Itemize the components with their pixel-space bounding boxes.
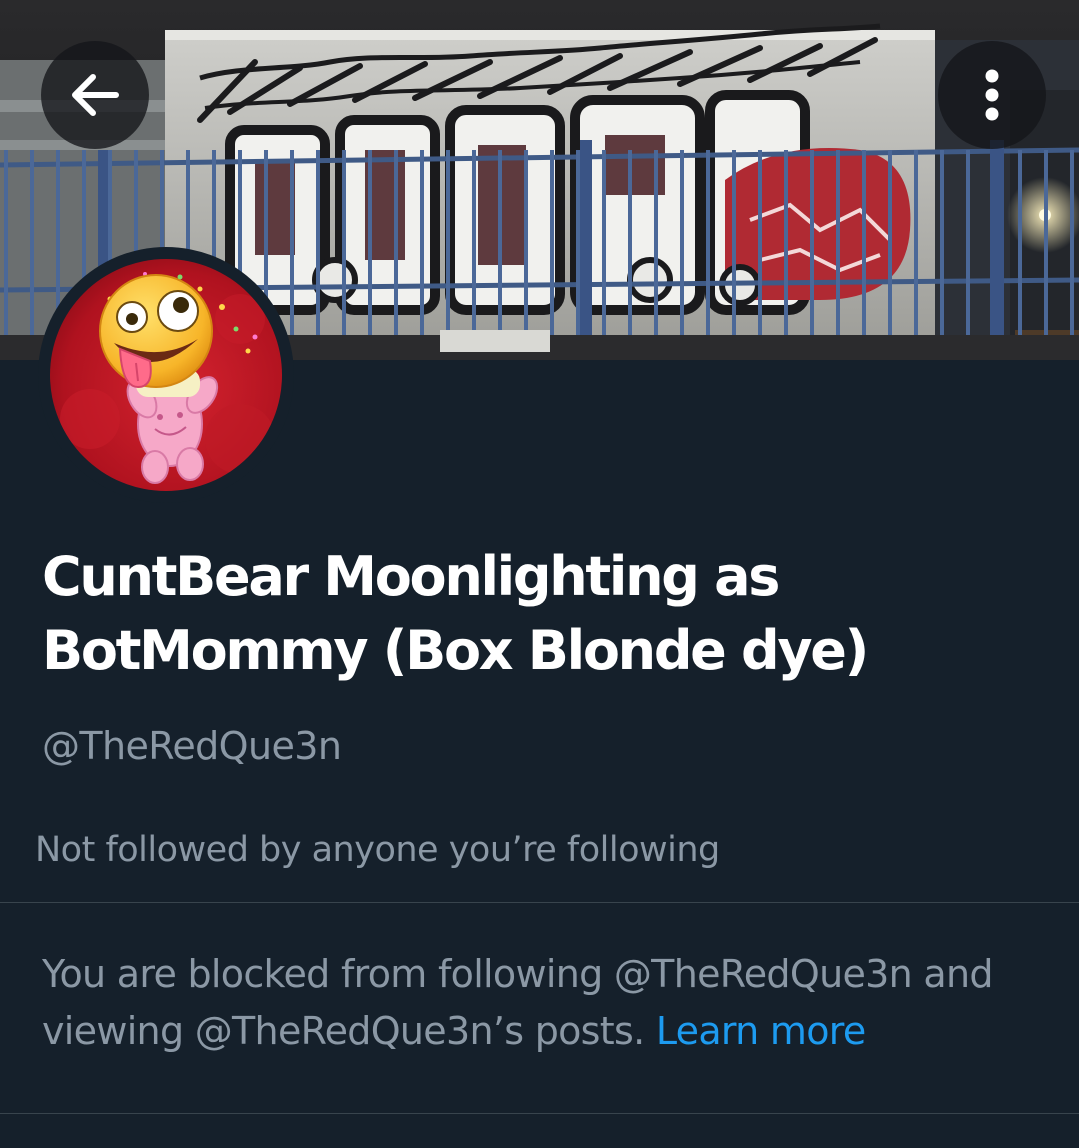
arrow-left-icon (72, 74, 119, 116)
divider (0, 902, 1079, 903)
back-button[interactable] (41, 41, 149, 149)
profile-handle: @TheRedQue3n (42, 724, 342, 768)
more-vertical-icon (985, 69, 999, 121)
zany-face-emoji-avatar-image (50, 259, 282, 491)
avatar (50, 259, 282, 491)
learn-more-link[interactable]: Learn more (656, 1009, 866, 1053)
display-name: CuntBear Moonlighting as BotMommy (Box B… (42, 545, 869, 682)
divider (0, 1113, 1079, 1114)
avatar-container[interactable] (38, 247, 294, 503)
followers-you-know: Not followed by anyone you’re following (35, 830, 720, 870)
blocked-notice: You are blocked from following @TheRedQu… (42, 946, 1052, 1060)
more-options-button[interactable] (938, 41, 1046, 149)
